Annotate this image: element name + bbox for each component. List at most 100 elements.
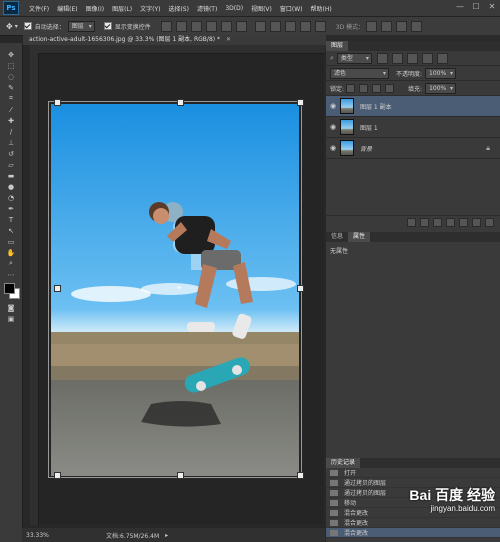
- lasso-tool-icon[interactable]: ◌: [0, 71, 22, 82]
- transform-handle-bottom-left[interactable]: [54, 472, 61, 479]
- quick-mask-icon[interactable]: ◙: [0, 302, 22, 313]
- hand-tool-icon[interactable]: ✋: [0, 247, 22, 258]
- chevron-down-icon[interactable]: ▾: [15, 23, 18, 30]
- layer-row-background[interactable]: ◉ 背景 🔒︎: [326, 138, 500, 159]
- screen-mode-icon[interactable]: ▣: [0, 313, 22, 324]
- menu-select[interactable]: 选择(S): [164, 4, 193, 13]
- transform-bounding-box[interactable]: [48, 101, 302, 478]
- transform-handle-left[interactable]: [54, 285, 61, 292]
- transform-center-icon[interactable]: ⌖: [177, 283, 182, 293]
- distribute-button-3[interactable]: [284, 20, 296, 32]
- marquee-tool-icon[interactable]: ⬚: [0, 60, 22, 71]
- lock-pixels-button[interactable]: [359, 83, 369, 93]
- align-middle-button[interactable]: [175, 20, 187, 32]
- zoom-level[interactable]: 33.33%: [26, 532, 60, 539]
- filter-smart-button[interactable]: [436, 52, 448, 64]
- link-layers-icon[interactable]: [407, 217, 416, 227]
- lock-transparent-button[interactable]: [346, 83, 356, 93]
- 3d-roll-button[interactable]: [381, 20, 393, 32]
- transform-handle-top-left[interactable]: [54, 99, 61, 106]
- close-tab-icon[interactable]: ✕: [226, 36, 231, 43]
- menu-layer[interactable]: 图层(L): [108, 4, 136, 13]
- layer-name[interactable]: 图层 1: [360, 123, 378, 132]
- align-center-button[interactable]: [220, 20, 232, 32]
- opacity-field[interactable]: 100%: [425, 67, 457, 79]
- adjustment-layer-icon[interactable]: [446, 217, 455, 227]
- menu-image[interactable]: 图像(I): [82, 4, 108, 13]
- type-tool-icon[interactable]: T: [0, 214, 22, 225]
- document-tab[interactable]: action-active-adult-1656306.jpg @ 33.3% …: [23, 35, 329, 45]
- align-right-button[interactable]: [235, 20, 247, 32]
- transform-handle-bottom-right[interactable]: [297, 472, 304, 479]
- align-top-button[interactable]: [160, 20, 172, 32]
- eyedropper-tool-icon[interactable]: ⁄: [0, 104, 22, 115]
- menu-help[interactable]: 帮助(H): [307, 4, 336, 13]
- tab-info[interactable]: 信息: [326, 232, 348, 242]
- eye-icon[interactable]: ◉: [326, 144, 340, 152]
- path-select-icon[interactable]: ↖: [0, 225, 22, 236]
- color-swatches[interactable]: [0, 280, 22, 302]
- menu-view[interactable]: 视图(V): [247, 4, 276, 13]
- new-group-icon[interactable]: [459, 217, 468, 227]
- history-brush-icon[interactable]: ↺: [0, 148, 22, 159]
- layer-row-layer1[interactable]: ◉ 图层 1: [326, 117, 500, 138]
- pen-tool-icon[interactable]: ✒: [0, 203, 22, 214]
- close-window-button[interactable]: ✕: [485, 1, 499, 13]
- lock-all-button[interactable]: [385, 83, 395, 93]
- eye-icon[interactable]: ◉: [326, 123, 340, 131]
- layer-style-icon[interactable]: [420, 217, 429, 227]
- shape-tool-icon[interactable]: ▭: [0, 236, 22, 247]
- 3d-rotate-button[interactable]: [366, 20, 378, 32]
- auto-select-dropdown[interactable]: 图层: [67, 20, 95, 32]
- transform-handle-bottom[interactable]: [177, 472, 184, 479]
- add-mask-icon[interactable]: [433, 217, 442, 227]
- tab-history[interactable]: 历史记录: [326, 458, 361, 468]
- distribute-button-1[interactable]: [254, 20, 266, 32]
- quick-select-tool-icon[interactable]: ✎: [0, 82, 22, 93]
- 3d-slide-button[interactable]: [411, 20, 423, 32]
- distribute-button-2[interactable]: [269, 20, 281, 32]
- zoom-tool-icon[interactable]: ⌕: [0, 258, 22, 269]
- filter-pixel-button[interactable]: [376, 52, 388, 64]
- menu-type[interactable]: 文字(Y): [136, 4, 164, 13]
- status-menu-arrow-icon[interactable]: ▸: [165, 532, 168, 539]
- distribute-button-5[interactable]: [314, 20, 326, 32]
- transform-handle-right[interactable]: [297, 285, 304, 292]
- align-left-button[interactable]: [205, 20, 217, 32]
- align-bottom-button[interactable]: [190, 20, 202, 32]
- layer-name[interactable]: 图层 1 副本: [360, 102, 392, 111]
- move-tool-icon[interactable]: ✥: [0, 49, 22, 60]
- distribute-button-4[interactable]: [299, 20, 311, 32]
- foreground-color-swatch[interactable]: [4, 283, 15, 294]
- clone-stamp-icon[interactable]: ⊥: [0, 137, 22, 148]
- menu-filter[interactable]: 滤镜(T): [193, 4, 221, 13]
- move-tool-icon[interactable]: ✥: [6, 22, 13, 31]
- history-item[interactable]: 混合更改: [326, 518, 500, 528]
- tab-layers[interactable]: 图层: [326, 41, 349, 51]
- blend-mode-dropdown[interactable]: 滤色: [330, 67, 389, 79]
- menu-file[interactable]: 文件(F): [25, 4, 53, 13]
- layer-row-copy[interactable]: ◉ 图层 1 副本: [326, 96, 500, 117]
- more-tools-icon[interactable]: ⋯: [0, 269, 22, 280]
- history-item[interactable]: 打开: [326, 468, 500, 478]
- transform-handle-top[interactable]: [177, 99, 184, 106]
- lock-position-button[interactable]: [372, 83, 382, 93]
- brush-tool-icon[interactable]: ∕: [0, 126, 22, 137]
- new-layer-icon[interactable]: [472, 217, 481, 227]
- healing-brush-icon[interactable]: ✚: [0, 115, 22, 126]
- history-item-current[interactable]: 混合更改: [326, 528, 500, 538]
- eraser-tool-icon[interactable]: ▱: [0, 159, 22, 170]
- gradient-tool-icon[interactable]: ▬: [0, 170, 22, 181]
- transform-handle-top-right[interactable]: [297, 99, 304, 106]
- maximize-button[interactable]: ☐: [469, 1, 483, 13]
- 3d-pan-button[interactable]: [396, 20, 408, 32]
- delete-layer-icon[interactable]: [485, 217, 494, 227]
- eye-icon[interactable]: ◉: [326, 102, 340, 110]
- tab-properties[interactable]: 属性: [348, 232, 371, 242]
- crop-tool-icon[interactable]: ⌗: [0, 93, 22, 104]
- filter-type-button[interactable]: [406, 52, 418, 64]
- fill-field[interactable]: 100%: [425, 82, 457, 94]
- menu-3d[interactable]: 3D(D): [221, 5, 247, 12]
- show-transform-checkbox[interactable]: [103, 22, 112, 30]
- menu-window[interactable]: 窗口(W): [276, 4, 307, 13]
